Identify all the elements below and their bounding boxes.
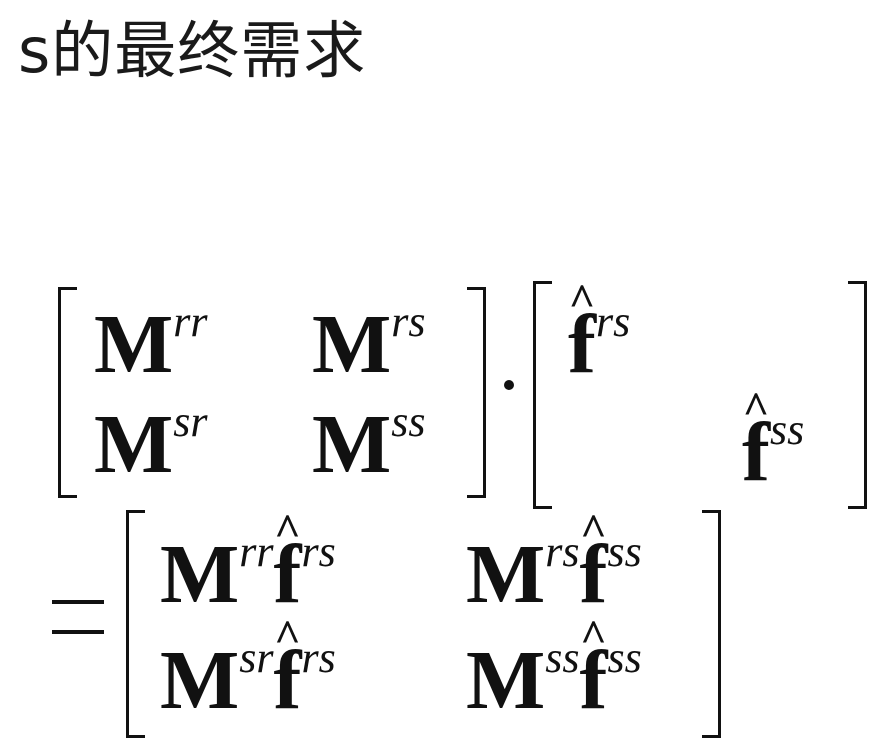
f-hat-symbol: ^ f (742, 382, 770, 499)
superscript: rs (545, 527, 580, 576)
result-entry-11: Mrr ^ frs (160, 504, 336, 621)
superscript: sr (173, 397, 208, 446)
hat-accent: ^ (742, 382, 770, 433)
superscript: rs (301, 633, 336, 682)
superscript: ss (607, 633, 642, 682)
right-bracket (467, 287, 486, 498)
hat-accent: ^ (274, 504, 301, 555)
superscript: ss (769, 405, 805, 454)
superscript: sr (239, 633, 274, 682)
matrix-entry-M-ss: Mss (312, 400, 426, 487)
result-entry-22: Mss ^ fss (466, 610, 642, 727)
matrix-entry-f-ss: ^ fss (742, 382, 805, 499)
f-hat-symbol: ^ f (273, 504, 302, 621)
f-hat-symbol: ^ f (579, 504, 608, 621)
matrix-symbol: M (466, 528, 546, 621)
right-bracket (702, 510, 721, 738)
matrix-symbol: M (466, 634, 546, 727)
hat-accent: ^ (568, 274, 596, 325)
superscript: rr (239, 527, 274, 576)
superscript: rs (301, 527, 336, 576)
superscript: rs (391, 297, 426, 346)
slide-title: s的最终需求 (18, 14, 367, 87)
left-bracket (126, 510, 145, 738)
hat-accent: ^ (274, 610, 301, 661)
matrix-symbol: M (94, 398, 174, 491)
left-bracket (58, 287, 77, 498)
left-bracket (533, 281, 552, 509)
right-bracket (848, 281, 867, 509)
matrix-symbol: M (160, 528, 240, 621)
result-entry-21: Msr ^ frs (160, 610, 336, 727)
f-hat-symbol: ^ f (568, 274, 596, 391)
matrix-entry-M-rs: Mrs (312, 300, 426, 387)
hat-accent: ^ (580, 504, 607, 555)
hat-accent: ^ (580, 610, 607, 661)
result-entry-12: Mrs ^ fss (466, 504, 642, 621)
equals-sign (52, 600, 104, 634)
f-hat-symbol: ^ f (273, 610, 302, 727)
matrix-entry-M-rr: Mrr (94, 300, 208, 387)
f-hat-symbol: ^ f (579, 610, 608, 727)
multiplication-dot (504, 380, 514, 390)
superscript: ss (391, 397, 426, 446)
superscript: ss (545, 633, 580, 682)
matrix-symbol: M (94, 298, 174, 391)
matrix-symbol: M (312, 298, 392, 391)
superscript: rs (595, 297, 631, 346)
matrix-symbol: M (160, 634, 240, 727)
superscript: rr (173, 297, 208, 346)
superscript: ss (607, 527, 642, 576)
matrix-symbol: M (312, 398, 392, 491)
matrix-entry-f-rs: ^ frs (568, 274, 631, 391)
matrix-entry-M-sr: Msr (94, 400, 208, 487)
